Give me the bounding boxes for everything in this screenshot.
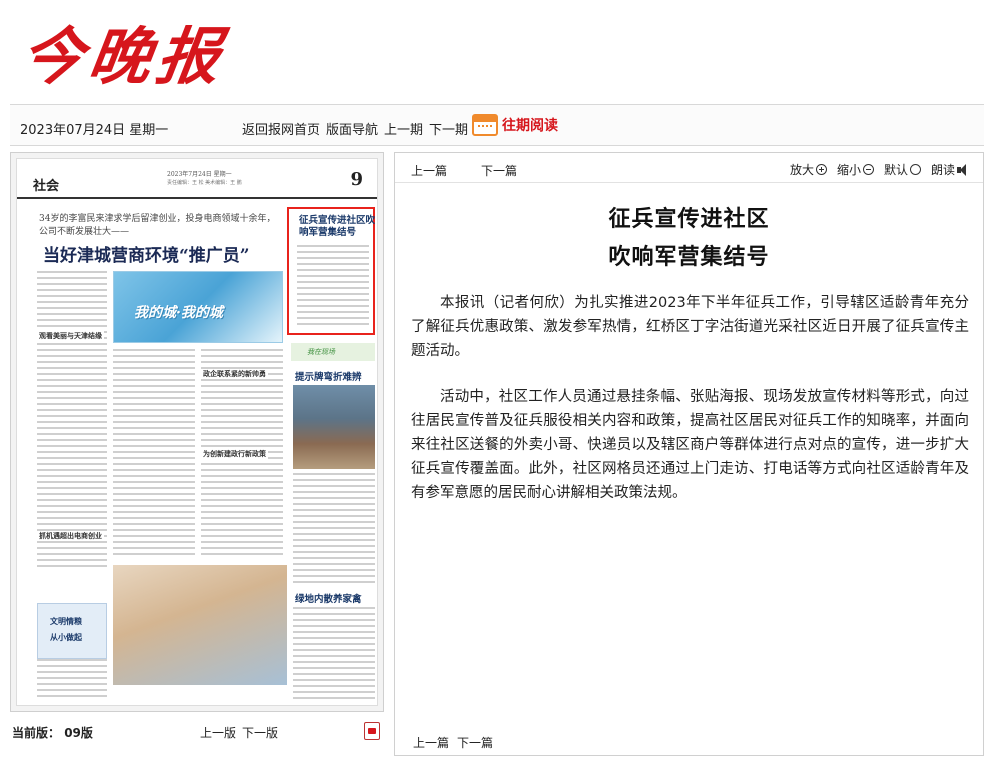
plus-circle-icon xyxy=(815,164,827,175)
text-column[interactable] xyxy=(37,659,107,701)
minus-circle-icon xyxy=(862,164,874,175)
side-article-title[interactable]: 绿地内散养家禽 xyxy=(295,591,362,605)
prev-article-link[interactable]: 上一篇 xyxy=(411,162,447,179)
top-nav: 返回报网首页 版面导航 上一期 下一期 xyxy=(242,119,468,138)
read-aloud-label: 朗读 xyxy=(930,163,955,177)
issue-date: 2023年07月24日 星期一 xyxy=(20,123,169,138)
next-page-link[interactable]: 下一版 xyxy=(242,724,278,741)
zoom-out-button[interactable]: 缩小 xyxy=(837,161,874,178)
article-paragraph: 活动中，社区工作人员通过悬挂条幅、张贴海报、现场发放宣传材料等形式，向过往居民宣… xyxy=(411,389,969,501)
prev-issue-link[interactable]: 上一期 xyxy=(384,119,423,138)
article-panel: 上一篇 下一篇 放大 缩小 默认 朗读 征兵宣传进社区 吹响军营集结号 本报讯（… xyxy=(394,152,984,756)
text-column[interactable] xyxy=(293,607,375,701)
lead-article-image[interactable]: 我的城·我的城 xyxy=(113,271,283,343)
masthead: 今晚报 xyxy=(0,0,994,100)
selected-article-text xyxy=(297,245,369,329)
article-title-line-1: 征兵宣传进社区 xyxy=(608,207,770,232)
article-body: 本报讯（记者何欣）为扎实推进2023年下半年征兵工作，引导辖区适龄青年充分了解征… xyxy=(411,291,969,527)
bottom-prev-article-link[interactable]: 上一篇 xyxy=(413,734,449,751)
text-column[interactable] xyxy=(113,349,195,559)
default-size-button[interactable]: 默认 xyxy=(884,161,921,178)
page-nav-link[interactable]: 版面导航 xyxy=(326,119,378,138)
civility-line-2: 从小做起 xyxy=(50,632,82,642)
civility-line-1: 文明情粮 xyxy=(50,616,82,626)
next-article-link[interactable]: 下一篇 xyxy=(481,162,517,179)
home-link[interactable]: 返回报网首页 xyxy=(242,119,320,138)
article-toolbar: 上一篇 下一篇 放大 缩小 默认 朗读 xyxy=(395,153,983,183)
selected-article-title: 征兵宣传进社区吹响军营集结号 xyxy=(299,215,376,238)
past-reading-label: 往期阅读 xyxy=(502,118,558,134)
newspaper-page[interactable]: 社会 2023年7月24日 星期一 责任编辑：王 松 美术编辑：王 鹏 9 34… xyxy=(16,158,378,706)
zoom-in-label: 放大 xyxy=(789,163,814,177)
past-reading-button[interactable]: 往期阅读 xyxy=(472,114,558,136)
lead-article-subtitle[interactable]: 34岁的李富民来津求学后留津创业，投身电商领域十余年，公司不断发展壮大—— xyxy=(39,213,279,239)
hero-caption: 我的城·我的城 xyxy=(134,305,223,321)
side-article-title[interactable]: 提示牌弯折难辨 xyxy=(295,369,362,383)
text-column[interactable] xyxy=(293,473,375,585)
page-thumbnail-panel: 社会 2023年7月24日 星期一 责任编辑：王 松 美术编辑：王 鹏 9 34… xyxy=(10,152,384,712)
current-page-label: 当前版： xyxy=(12,726,61,740)
bottom-next-article-link[interactable]: 下一篇 xyxy=(457,734,493,751)
read-aloud-button[interactable]: 朗读 xyxy=(931,161,969,178)
page-editor-line: 责任编辑：王 松 美术编辑：王 鹏 xyxy=(167,180,242,186)
sub-heading: 抓机遇超出电商创业 xyxy=(37,531,104,541)
side-article-photo[interactable] xyxy=(293,385,375,469)
zoom-in-button[interactable]: 放大 xyxy=(790,161,827,178)
newspaper-logo[interactable]: 今晚报 xyxy=(16,6,233,96)
sub-heading: 为创新建政行新政策 xyxy=(201,449,268,459)
page-header: 社会 2023年7月24日 星期一 责任编辑：王 松 美术编辑：王 鹏 9 xyxy=(17,159,377,199)
reading-tools: 放大 缩小 默认 朗读 xyxy=(790,161,969,178)
top-bar: 2023年07月24日 星期一 返回报网首页 版面导航 上一期 下一期 往期阅读 xyxy=(10,104,984,146)
zoom-out-label: 缩小 xyxy=(836,163,861,177)
lead-article-title[interactable]: 当好津城营商环境“推广员” xyxy=(43,241,250,266)
on-site-banner-label: 我在现场 xyxy=(307,348,335,356)
prev-page-link[interactable]: 上一版 xyxy=(200,724,236,741)
calendar-icon xyxy=(472,114,498,136)
speaker-icon xyxy=(957,163,969,176)
sub-heading: 政企联系紧的新帅勇 xyxy=(201,369,268,379)
page-pager: 上一版 下一版 xyxy=(200,724,278,741)
circle-icon xyxy=(909,164,921,175)
article-paragraph: 本报讯（记者何欣）为扎实推进2023年下半年征兵工作，引导辖区适龄青年充分了解征… xyxy=(411,295,969,359)
default-size-label: 默认 xyxy=(883,163,908,177)
page-controls: 当前版： 09版 上一版 下一版 xyxy=(10,720,384,742)
children-photo[interactable] xyxy=(113,565,287,685)
article-bottom-nav: 上一篇 下一篇 xyxy=(413,734,493,751)
current-page-value: 09版 xyxy=(64,726,93,740)
sub-heading: 观看美丽与天津结缘 xyxy=(37,331,104,341)
on-site-banner: 我在现场 xyxy=(291,343,375,361)
pdf-icon[interactable] xyxy=(364,722,380,740)
text-column[interactable] xyxy=(37,271,107,571)
article-title-line-2: 吹响军营集结号 xyxy=(608,245,770,270)
selected-article-box[interactable]: 征兵宣传进社区吹响军营集结号 xyxy=(287,207,375,335)
page-date-line: 2023年7月24日 星期一 xyxy=(167,171,232,178)
page-number: 9 xyxy=(350,169,363,190)
next-issue-link[interactable]: 下一期 xyxy=(429,119,468,138)
section-name: 社会 xyxy=(33,179,60,194)
civility-box[interactable]: 文明情粮 从小做起 xyxy=(37,603,107,659)
current-page: 当前版： 09版 xyxy=(12,724,93,741)
